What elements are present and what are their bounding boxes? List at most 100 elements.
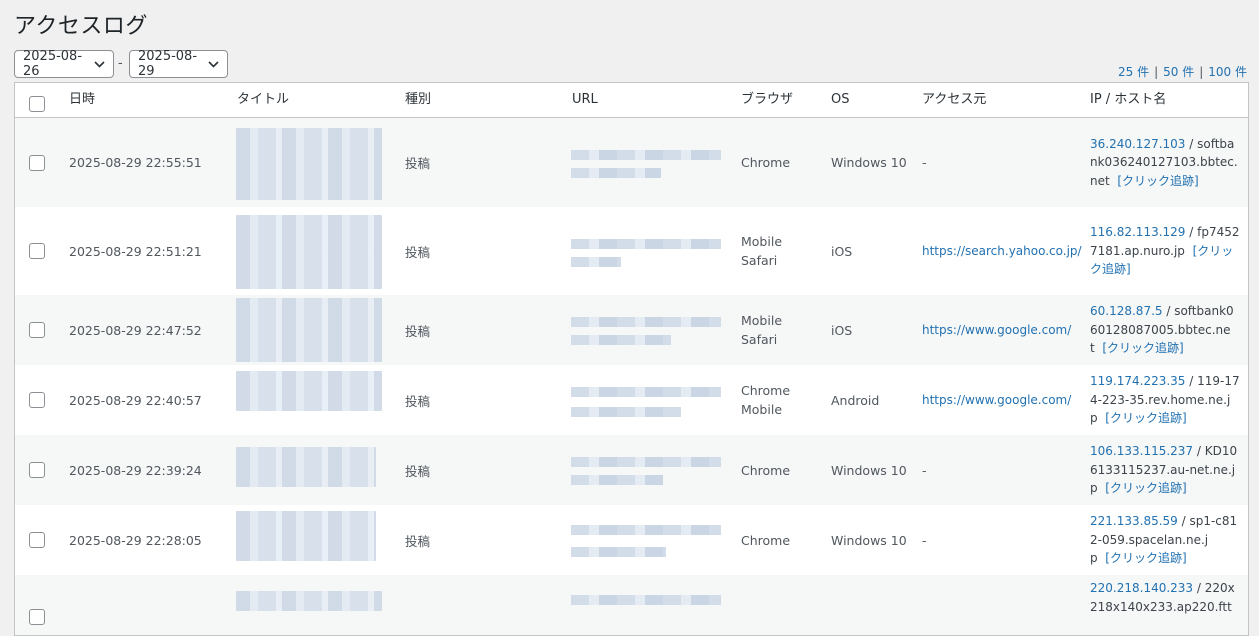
table-body: 2025-08-29 22:55:51 投稿 Chrome Windows 10…: [15, 118, 1248, 635]
row-date: 2025-08-29 22:40:57: [69, 392, 202, 408]
url-redacted: [571, 257, 621, 267]
title-redacted: [236, 511, 376, 561]
row-checkbox[interactable]: [29, 154, 45, 171]
row-date: 2025-08-29 22:51:21: [69, 243, 202, 259]
row-ip-host: 116.82.113.129 / fp74527181.ap.nuro.jp […: [1090, 223, 1240, 279]
row-type: 投稿: [405, 463, 431, 479]
ip-link[interactable]: 220.218.140.233: [1090, 581, 1193, 595]
row-date: 2025-08-29 22:39:24: [69, 462, 202, 478]
row-date: 2025-08-29 22:28:05: [69, 532, 202, 548]
url-redacted: [571, 387, 721, 397]
row-ip-host: 60.128.87.5 / softbank060128087005.bbtec…: [1090, 302, 1240, 358]
url-redacted: [571, 150, 721, 160]
row-os: iOS: [831, 243, 853, 259]
row-date: 2025-08-29 22:55:51: [69, 155, 202, 170]
title-redacted: [236, 298, 382, 362]
row-referrer: -: [922, 155, 927, 170]
column-header-browser[interactable]: ブラウザ: [741, 83, 821, 117]
table-row: 2025-08-29 22:51:21 投稿 Mobile Safari iOS…: [15, 207, 1248, 295]
click-track-link[interactable]: [クリック追跡]: [1105, 481, 1186, 495]
row-checkbox[interactable]: [29, 322, 45, 338]
ip-link[interactable]: 116.82.113.129: [1090, 225, 1185, 239]
chevron-down-icon: [208, 60, 219, 68]
url-redacted: [571, 168, 661, 178]
date-to-select[interactable]: 2025-08-29: [129, 49, 228, 79]
column-header-ip[interactable]: IP / ホスト名: [1090, 83, 1240, 117]
url-redacted: [571, 547, 666, 557]
ip-link[interactable]: 60.128.87.5: [1090, 304, 1163, 318]
table-row: 2025-08-29 22:47:52 投稿 Mobile Safari iOS…: [15, 295, 1248, 365]
row-checkbox[interactable]: [29, 392, 45, 408]
url-redacted: [571, 335, 671, 345]
row-referrer-link[interactable]: https://www.google.com/: [922, 323, 1071, 337]
column-header-title[interactable]: タイトル: [237, 83, 289, 117]
table-row: 2025-08-29 22:55:51 投稿 Chrome Windows 10…: [15, 118, 1248, 207]
column-header-type[interactable]: 種別: [405, 83, 431, 117]
row-os: Android: [831, 392, 880, 408]
url-redacted: [571, 407, 681, 417]
row-browser: Chrome: [741, 155, 791, 170]
row-browser: Chrome: [741, 462, 791, 478]
page-title: アクセスログ: [14, 14, 148, 39]
row-ip-host: 106.133.115.237 / KD106133115237.au-net.…: [1090, 442, 1240, 498]
url-redacted: [571, 475, 663, 485]
ip-link[interactable]: 36.240.127.103: [1090, 137, 1185, 151]
row-checkbox[interactable]: [29, 609, 45, 625]
per-page-separator: |: [1199, 65, 1204, 79]
ip-link[interactable]: 221.133.85.59: [1090, 514, 1178, 528]
per-page-100-link[interactable]: 100 件: [1208, 65, 1247, 79]
ip-link[interactable]: 106.133.115.237: [1090, 444, 1193, 458]
row-ip-host: 221.133.85.59 / sp1-c812-059.spacelan.ne…: [1090, 512, 1240, 568]
row-checkbox[interactable]: [29, 243, 45, 259]
row-checkbox[interactable]: [29, 462, 45, 478]
url-redacted: [571, 525, 721, 535]
column-header-date[interactable]: 日時: [69, 83, 95, 117]
column-header-referrer[interactable]: アクセス元: [922, 83, 1087, 117]
table-header: 日時 タイトル 種別 URL ブラウザ OS アクセス元 IP / ホスト名: [15, 83, 1248, 118]
date-to-value: 2025-08-29: [138, 49, 198, 79]
row-browser: Mobile Safari: [741, 234, 783, 268]
row-browser: Chrome Mobile: [741, 383, 791, 417]
row-type: 投稿: [405, 244, 431, 260]
table-row: 220.218.140.233 / 220x218x140x233.ap220.…: [15, 575, 1248, 635]
date-from-value: 2025-08-26: [23, 49, 83, 79]
title-redacted: [236, 591, 382, 611]
table-row: 2025-08-29 22:39:24 投稿 Chrome Windows 10…: [15, 435, 1248, 505]
per-page-links: 25 件 | 50 件 | 100 件: [1118, 63, 1247, 80]
row-browser: Mobile Safari: [741, 313, 783, 347]
column-header-url[interactable]: URL: [572, 83, 598, 117]
ip-link[interactable]: 119.174.223.35: [1090, 374, 1185, 388]
row-type: 投稿: [405, 533, 431, 549]
url-redacted: [571, 595, 721, 605]
row-os: iOS: [831, 322, 853, 338]
row-referrer-link[interactable]: https://search.yahoo.co.jp/: [922, 244, 1082, 258]
row-type: 投稿: [405, 323, 431, 339]
row-referrer: -: [922, 462, 927, 478]
click-track-link[interactable]: [クリック追跡]: [1117, 174, 1198, 188]
row-browser: Chrome: [741, 532, 791, 548]
table-row: 2025-08-29 22:28:05 投稿 Chrome Windows 10…: [15, 505, 1248, 575]
url-redacted: [571, 239, 721, 249]
row-referrer: -: [922, 532, 927, 548]
row-os: Windows 10: [831, 532, 907, 548]
date-separator: -: [118, 56, 123, 71]
row-os: Windows 10: [831, 462, 907, 478]
row-os: Windows 10: [831, 155, 907, 170]
per-page-50-link[interactable]: 50 件: [1163, 65, 1194, 79]
per-page-25-link[interactable]: 25 件: [1118, 65, 1149, 79]
select-all-checkbox[interactable]: [29, 96, 45, 112]
date-from-select[interactable]: 2025-08-26: [14, 49, 114, 79]
url-redacted: [571, 457, 721, 467]
click-track-link[interactable]: [クリック追跡]: [1105, 551, 1186, 565]
row-ip-host: 119.174.223.35 / 119-174-223-35.rev.home…: [1090, 372, 1240, 428]
row-checkbox[interactable]: [29, 532, 45, 548]
row-referrer-link[interactable]: https://www.google.com/: [922, 393, 1071, 407]
click-track-link[interactable]: [クリック追跡]: [1102, 341, 1183, 355]
title-redacted: [236, 128, 382, 200]
per-page-separator: |: [1154, 65, 1159, 79]
column-header-os[interactable]: OS: [831, 83, 849, 117]
row-ip-host: 36.240.127.103 / softbank036240127103.bb…: [1090, 135, 1240, 191]
title-redacted: [236, 215, 382, 289]
chevron-down-icon: [94, 60, 105, 68]
click-track-link[interactable]: [クリック追跡]: [1105, 411, 1186, 425]
